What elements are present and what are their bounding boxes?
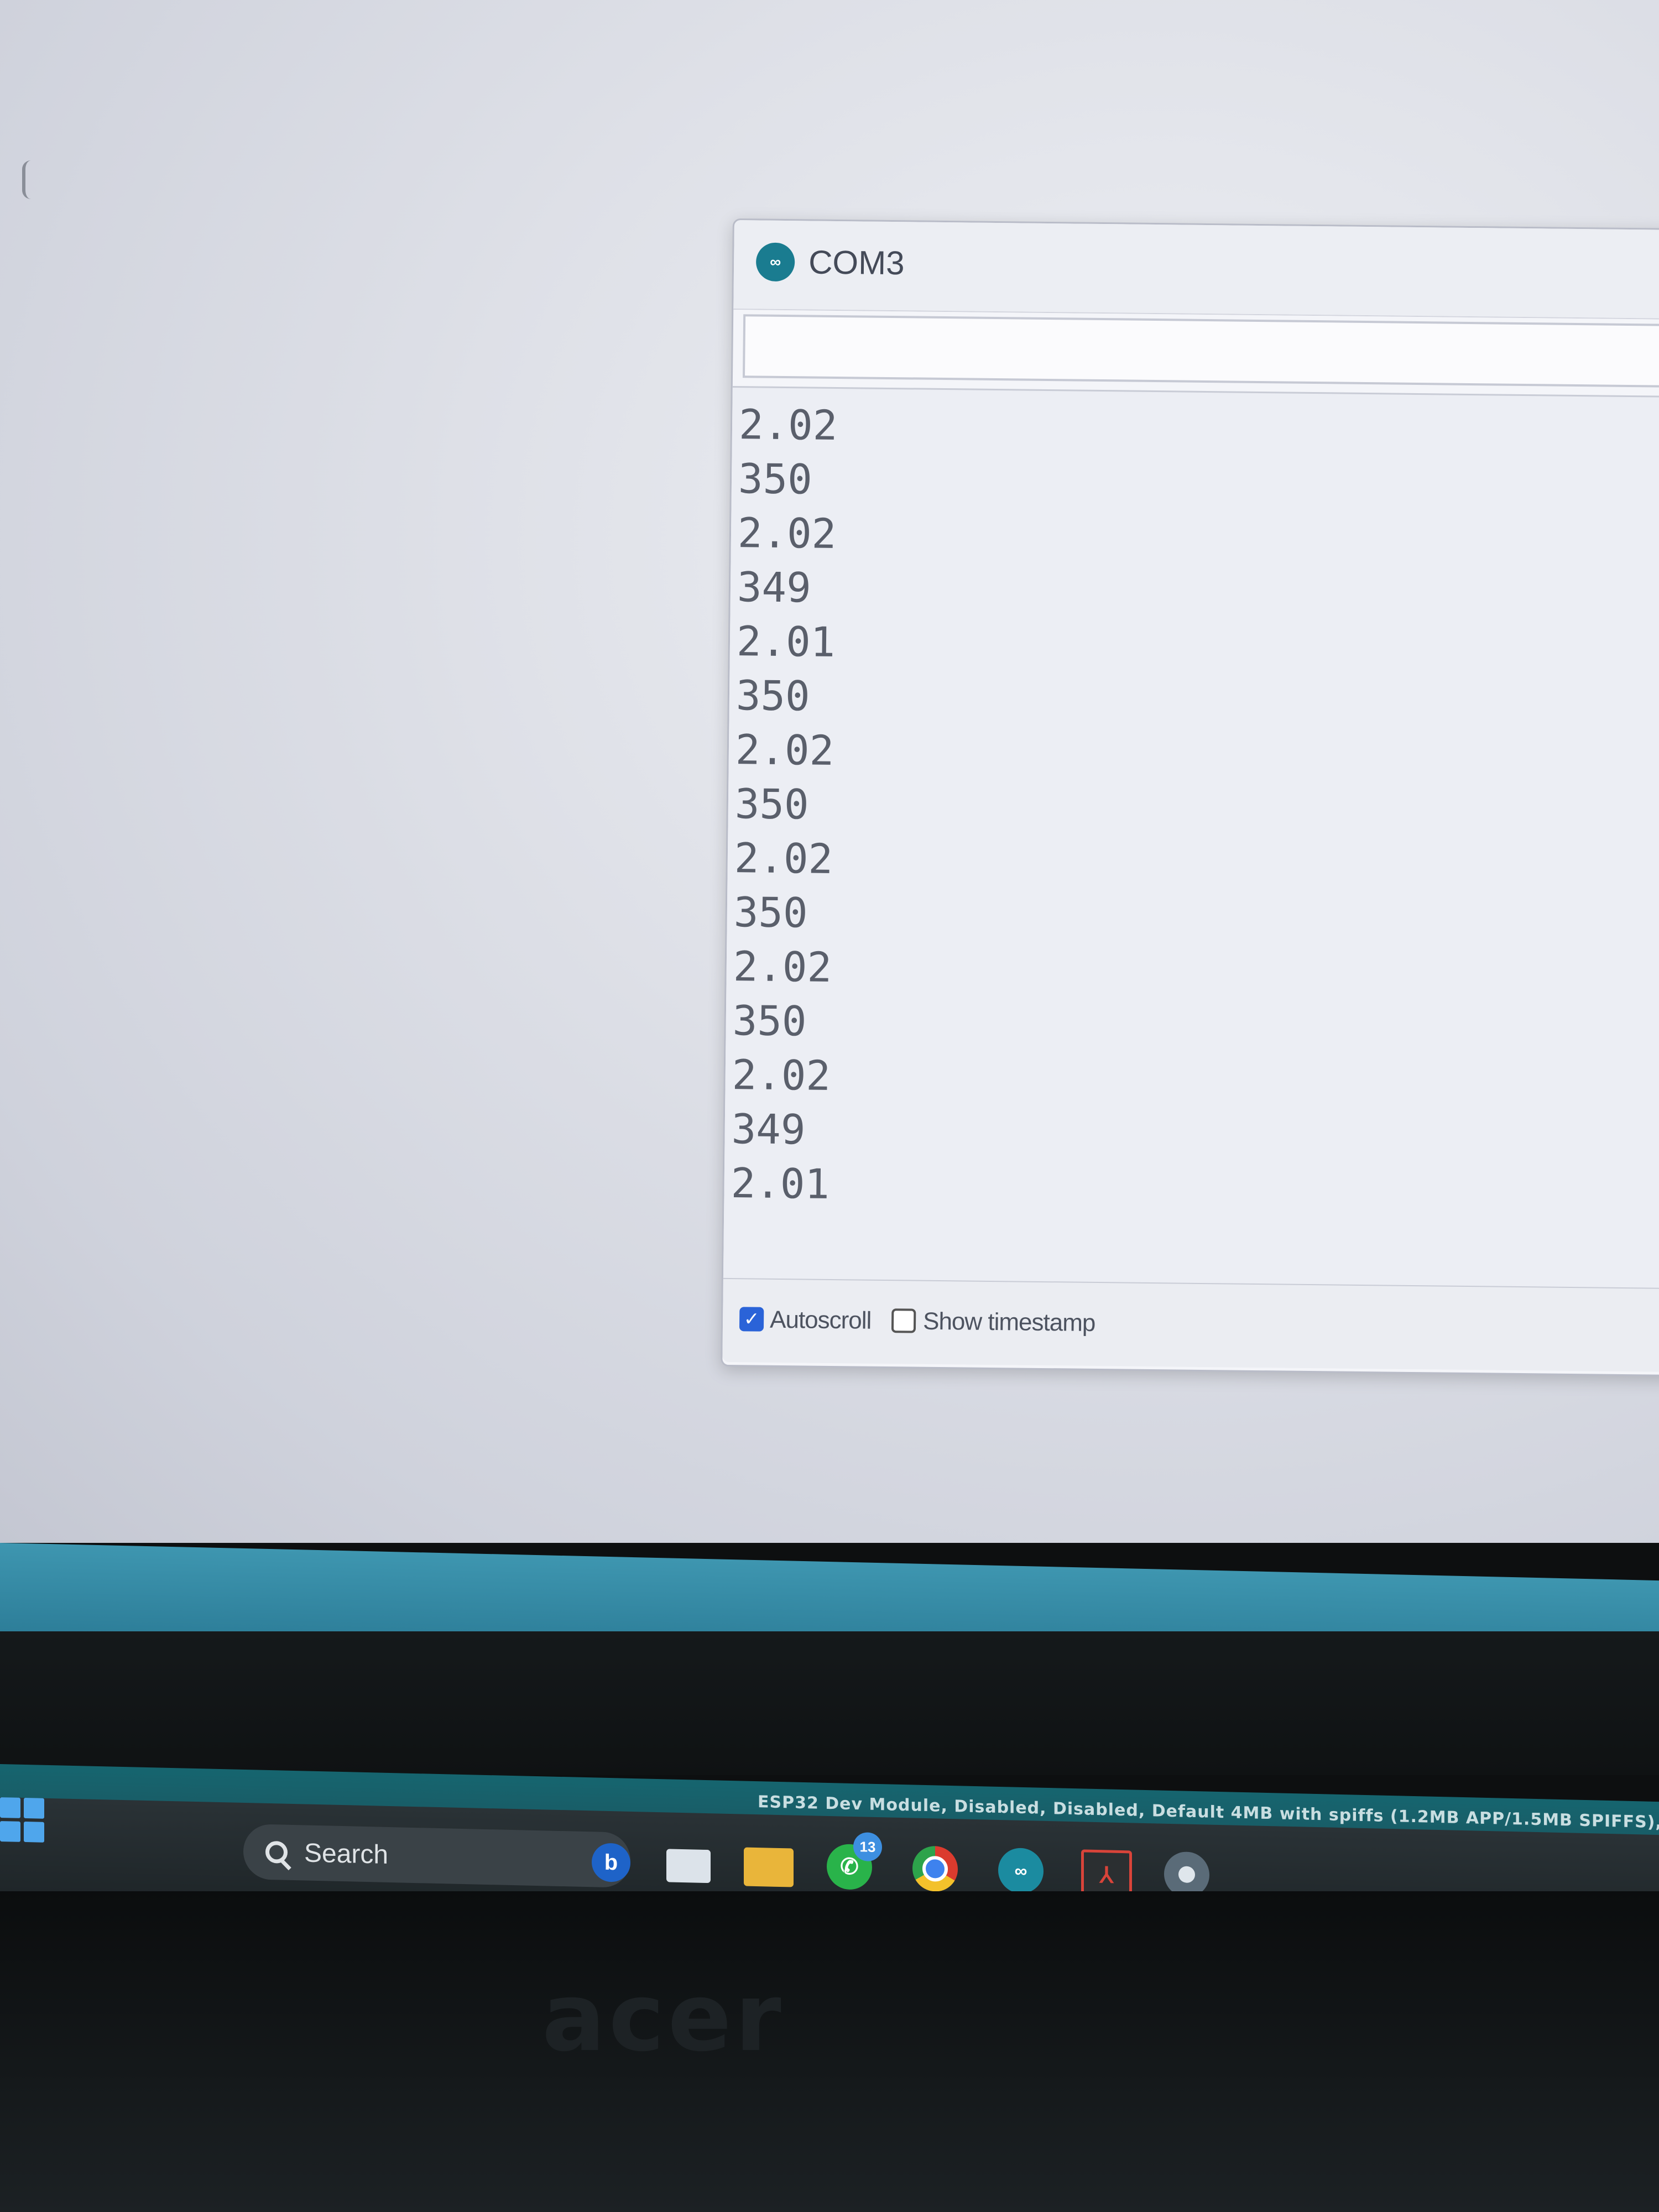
serial-output-line: 2.02 — [737, 509, 837, 558]
notification-badge: 13 — [853, 1832, 882, 1862]
window-title: COM3 — [808, 243, 905, 282]
chrome-icon[interactable] — [912, 1845, 958, 1905]
serial-output-line: 350 — [732, 997, 807, 1046]
serial-output-line: 349 — [731, 1105, 806, 1154]
bing-icon[interactable]: b — [592, 1843, 630, 1882]
arduino-icon[interactable]: ∞ — [998, 1847, 1044, 1907]
serial-send-input[interactable] — [742, 314, 1659, 388]
search-label: Search — [304, 1838, 389, 1870]
serial-output-line: 2.02 — [732, 1051, 831, 1100]
whatsapp-icon[interactable]: ✆ 13 — [827, 1832, 882, 1903]
serial-output-line: 350 — [734, 780, 810, 829]
editor-bracket-fragment — [22, 160, 31, 199]
serial-output-line: 2.02 — [738, 401, 838, 450]
serial-output-line: 350 — [738, 455, 813, 504]
window-title-bar[interactable]: ∞ COM3 — [733, 220, 1659, 320]
serial-output-line: 350 — [735, 672, 811, 721]
search-icon — [265, 1840, 288, 1864]
dark-screen-band — [0, 1631, 1659, 1775]
monitor-bezel: acer — [0, 1891, 1659, 2212]
serial-output-area[interactable]: 2.02 350 2.02 349 2.01 350 2.02 350 2.02 350 2.02 3… — [723, 386, 1659, 1290]
show-timestamp-label[interactable]: Show timestamp — [923, 1308, 1095, 1337]
serial-output-line: 2.01 — [731, 1160, 830, 1208]
autoscroll-label[interactable]: Autoscroll — [770, 1306, 872, 1335]
serial-output-line: 349 — [737, 564, 812, 612]
arduino-infinity-icon: ∞ — [755, 242, 795, 282]
windows-start-icon[interactable] — [0, 1797, 44, 1843]
acer-logo: acer — [542, 1963, 785, 2073]
autoscroll-checkbox[interactable]: ✓ — [739, 1307, 764, 1332]
file-explorer-icon[interactable] — [744, 1847, 794, 1887]
serial-output-line: 2.02 — [734, 834, 833, 883]
desktop-screen: ∞ COM3 2.02 350 2.02 349 2.01 350 2.02 350 2.02 3… — [0, 0, 1659, 1543]
show-timestamp-checkbox[interactable] — [891, 1308, 916, 1333]
serial-output-line: 2.02 — [735, 726, 834, 775]
serial-output-line: 2.01 — [736, 618, 836, 666]
serial-options-bar: ✓ Autoscroll Show timestamp — [722, 1279, 1659, 1372]
task-view-icon[interactable] — [666, 1849, 711, 1884]
serial-monitor-window[interactable]: ∞ COM3 2.02 350 2.02 349 2.01 350 2.02 350 2.02 3… — [721, 218, 1659, 1376]
serial-output-line: 2.02 — [733, 943, 832, 992]
serial-output-line: 350 — [733, 889, 808, 937]
taskbar-search-box[interactable]: Search — [243, 1823, 630, 1888]
